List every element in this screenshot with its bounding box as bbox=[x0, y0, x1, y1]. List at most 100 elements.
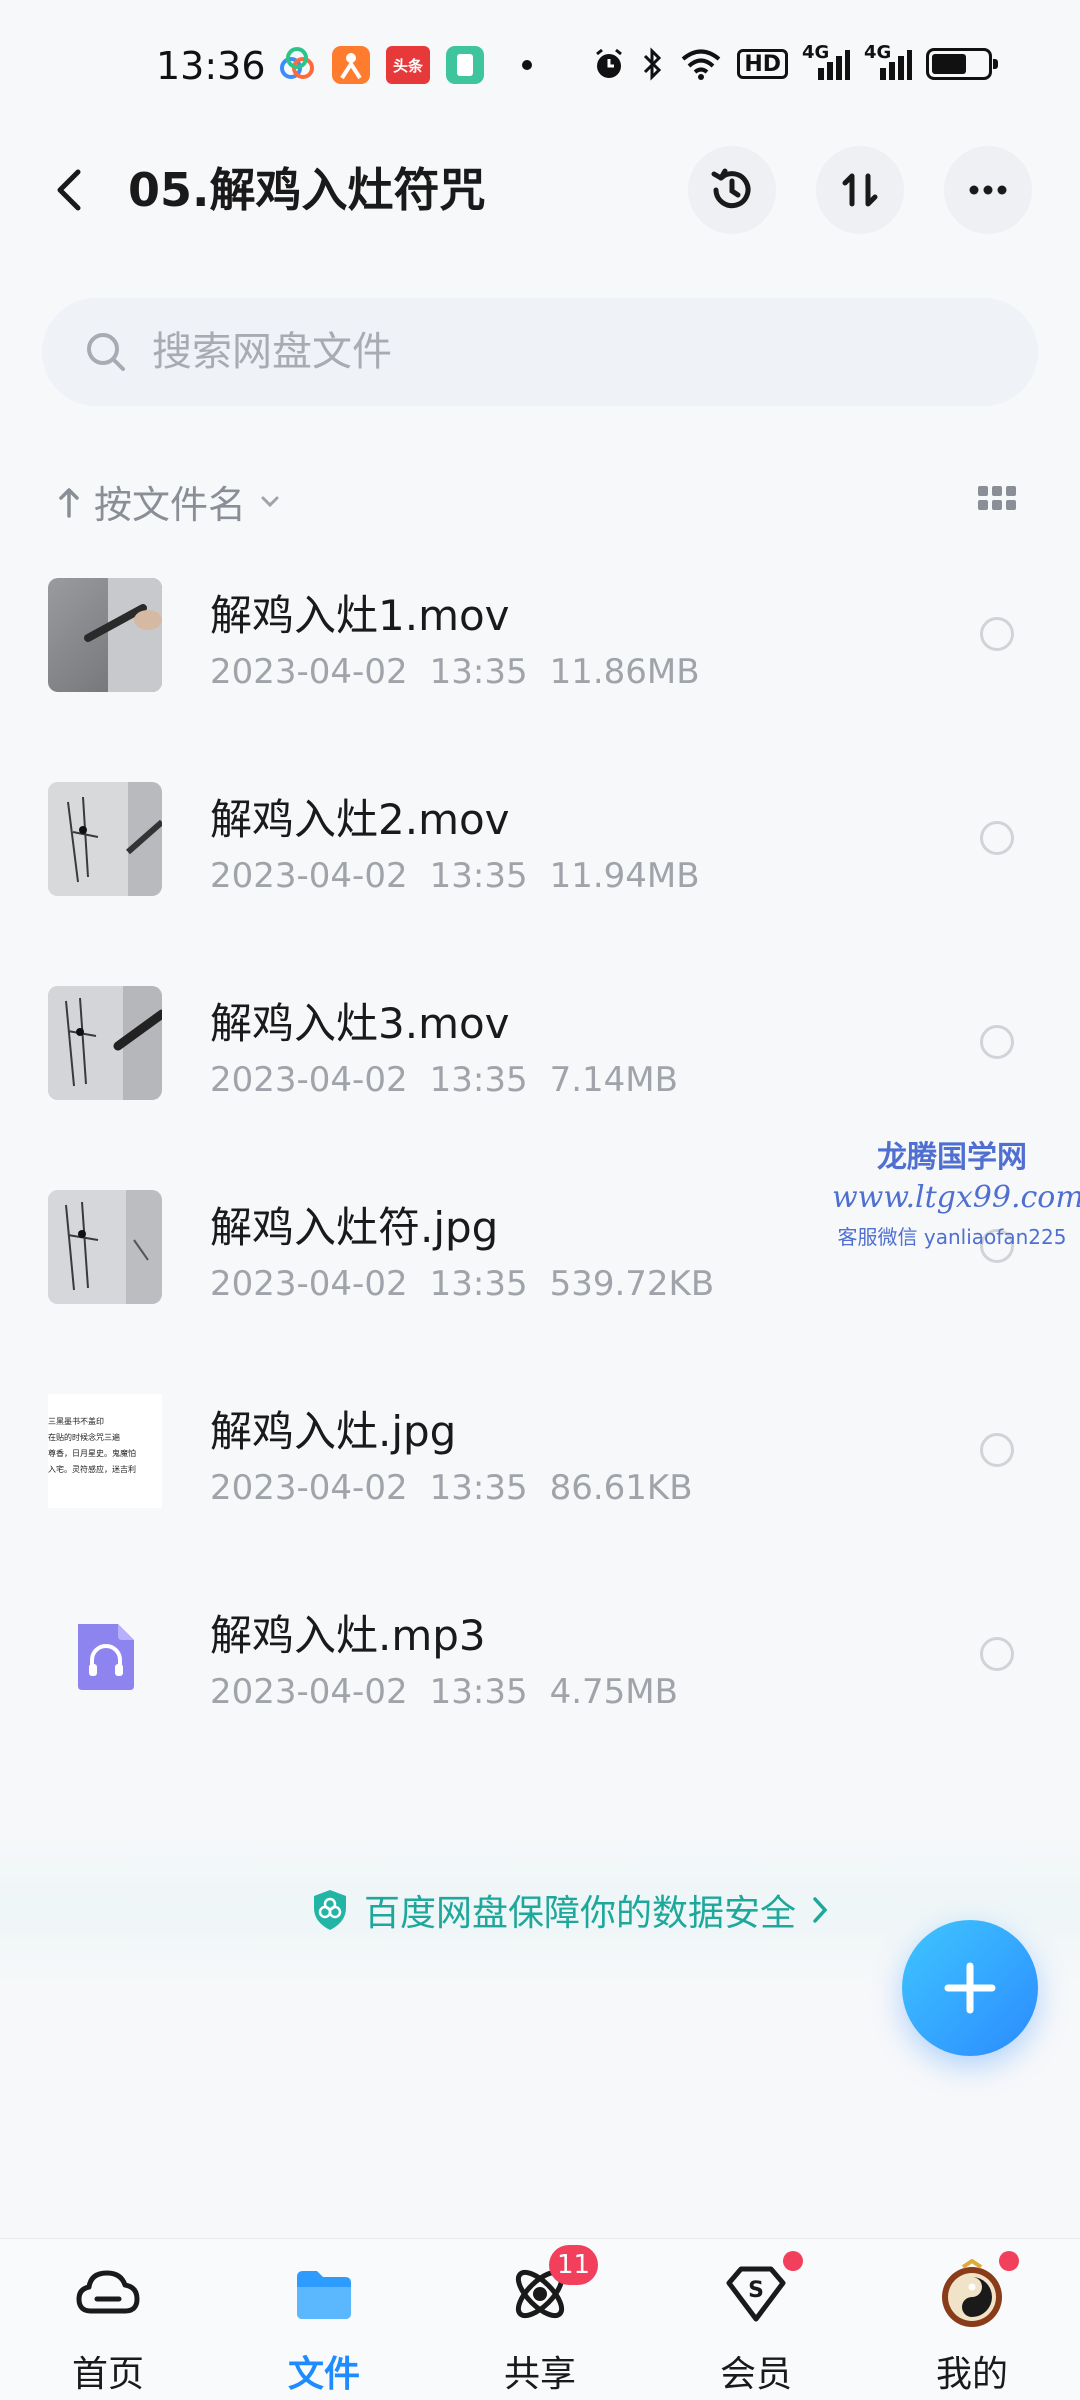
file-time: 13:35 bbox=[429, 1264, 528, 1304]
sort-icon bbox=[842, 173, 878, 207]
app-icon-1 bbox=[278, 46, 316, 84]
add-button[interactable] bbox=[902, 1920, 1038, 2056]
hd-icon: HD bbox=[737, 49, 788, 79]
wifi-icon bbox=[679, 46, 723, 82]
security-text: 百度网盘保障你的数据安全 bbox=[364, 1893, 797, 1934]
file-time: 13:35 bbox=[429, 856, 528, 896]
sort-button[interactable] bbox=[816, 146, 904, 234]
back-icon bbox=[57, 169, 81, 211]
file-item[interactable]: 解鸡入灶.mp3 2023-04-02 13:35 4.75MB bbox=[0, 1580, 1080, 1784]
app-icon-4 bbox=[446, 46, 484, 84]
svg-text:S: S bbox=[748, 2278, 764, 2303]
audio-file-icon bbox=[78, 1624, 134, 1690]
video-thumbnail bbox=[48, 986, 162, 1100]
nav-label: 我的 bbox=[935, 2354, 1008, 2395]
select-radio[interactable] bbox=[980, 1433, 1014, 1467]
sort-row: 按文件名 bbox=[0, 464, 1080, 534]
file-time: 13:35 bbox=[429, 1468, 528, 1508]
file-size: 86.61KB bbox=[549, 1468, 693, 1508]
history-icon bbox=[711, 168, 751, 209]
sort-label: 按文件名 bbox=[94, 483, 247, 527]
status-app-icons: 头条 bbox=[278, 46, 532, 84]
image-thumbnail bbox=[48, 1190, 162, 1304]
audio-file-thumbnail bbox=[48, 1598, 162, 1712]
alarm-icon bbox=[591, 46, 627, 82]
nav-vip[interactable]: S 会员 bbox=[686, 2251, 826, 2399]
file-meta: 2023-04-02 13:35 4.75MB bbox=[210, 1672, 700, 1712]
nav-share[interactable]: 11 共享 bbox=[470, 2245, 610, 2399]
file-name: 解鸡入灶1.mov bbox=[210, 591, 510, 640]
watermark-title: 龙腾国学网 bbox=[877, 1140, 1027, 1175]
file-date: 2023-04-02 bbox=[210, 652, 408, 692]
file-time: 13:35 bbox=[429, 1672, 528, 1712]
file-name: 解鸡入灶.jpg bbox=[210, 1407, 457, 1456]
bottom-nav: 首页 文件 11 共享 S 会员 我的 bbox=[0, 2238, 1080, 2400]
watermark-url: www.ltgx99.com bbox=[832, 1180, 1080, 1215]
chevron-right-icon bbox=[813, 1897, 828, 1923]
file-name: 解鸡入灶符.jpg bbox=[210, 1203, 499, 1252]
file-meta: 2023-04-02 13:35 11.86MB bbox=[210, 652, 722, 692]
vip-dot bbox=[783, 2251, 803, 2271]
nav-home[interactable]: 首页 bbox=[38, 2259, 178, 2399]
nav-files[interactable]: 文件 bbox=[254, 2259, 394, 2399]
video-thumbnail bbox=[48, 578, 162, 692]
more-icon bbox=[969, 185, 1007, 195]
notification-dot bbox=[522, 60, 532, 70]
sort-by-name-button[interactable]: 按文件名 bbox=[56, 474, 282, 529]
watermark-contact: 客服微信 yanliaofan225 bbox=[837, 1225, 1067, 1249]
file-date: 2023-04-02 bbox=[210, 856, 408, 896]
search-bar[interactable] bbox=[42, 298, 1038, 406]
more-button[interactable] bbox=[944, 146, 1032, 234]
header: 05.解鸡入灶符咒 bbox=[0, 130, 1080, 250]
select-radio[interactable] bbox=[980, 1025, 1014, 1059]
file-meta: 2023-04-02 13:35 11.94MB bbox=[210, 856, 722, 896]
watermark: 龙腾国学网 www.ltgx99.com 客服微信 yanliaofan225 bbox=[832, 1132, 1080, 1250]
file-meta: 2023-04-02 13:35 539.72KB bbox=[210, 1264, 736, 1304]
app-icon-toutiao: 头条 bbox=[386, 46, 430, 84]
grid-icon bbox=[978, 486, 1016, 510]
status-right: HD 4G 4G bbox=[591, 42, 998, 82]
avatar bbox=[937, 2251, 1019, 2329]
nav-label: 共享 bbox=[503, 2354, 576, 2395]
nav-label: 会员 bbox=[719, 2354, 792, 2395]
security-link[interactable]: 百度网盘保障你的数据安全 bbox=[310, 1884, 830, 1936]
file-date: 2023-04-02 bbox=[210, 1264, 408, 1304]
select-radio[interactable] bbox=[980, 617, 1014, 651]
chevron-down-icon bbox=[261, 496, 279, 507]
file-name: 解鸡入灶3.mov bbox=[210, 999, 510, 1048]
back-button[interactable] bbox=[40, 160, 100, 220]
file-size: 539.72KB bbox=[549, 1264, 715, 1304]
file-name: 解鸡入灶2.mov bbox=[210, 795, 510, 844]
shield-icon bbox=[314, 1890, 346, 1930]
file-size: 7.14MB bbox=[549, 1060, 678, 1100]
file-meta: 2023-04-02 13:35 7.14MB bbox=[210, 1060, 700, 1100]
page-title: 05.解鸡入灶符咒 bbox=[128, 163, 486, 217]
search-icon bbox=[87, 333, 125, 371]
signal-icon-2: 4G bbox=[864, 42, 912, 82]
file-name: 解鸡入灶.mp3 bbox=[210, 1611, 486, 1660]
file-item[interactable]: 解鸡入灶2.mov 2023-04-02 13:35 11.94MB bbox=[0, 764, 1080, 968]
select-radio[interactable] bbox=[980, 1637, 1014, 1671]
nav-label: 首页 bbox=[71, 2354, 144, 2395]
grid-view-button[interactable] bbox=[978, 482, 1018, 516]
vip-diamond-icon: S bbox=[721, 2251, 803, 2329]
plus-icon bbox=[944, 1962, 996, 2014]
search-input[interactable] bbox=[152, 329, 912, 375]
file-size: 4.75MB bbox=[549, 1672, 678, 1712]
me-dot bbox=[999, 2251, 1019, 2271]
nav-me[interactable]: 我的 bbox=[902, 2251, 1042, 2399]
file-item[interactable]: 解鸡入灶1.mov 2023-04-02 13:35 11.86MB bbox=[0, 560, 1080, 764]
share-badge: 11 bbox=[549, 2245, 599, 2285]
home-cloud-icon bbox=[73, 2259, 143, 2329]
history-button[interactable] bbox=[688, 146, 776, 234]
status-bar: 13:36 头条 HD 4G 4G bbox=[0, 0, 1080, 120]
arrow-up-icon bbox=[59, 487, 79, 518]
video-thumbnail bbox=[48, 782, 162, 896]
file-size: 11.86MB bbox=[549, 652, 700, 692]
signal-icon-1: 4G bbox=[802, 42, 850, 82]
battery-icon bbox=[926, 48, 998, 80]
select-radio[interactable] bbox=[980, 821, 1014, 855]
file-date: 2023-04-02 bbox=[210, 1468, 408, 1508]
file-meta: 2023-04-02 13:35 86.61KB bbox=[210, 1468, 715, 1508]
file-item[interactable]: 三黑墨书不盖印 在贴的时候念咒三遍 尊香，日月星史。鬼魔怕 入宅。灵符感应，迷吉… bbox=[0, 1376, 1080, 1580]
